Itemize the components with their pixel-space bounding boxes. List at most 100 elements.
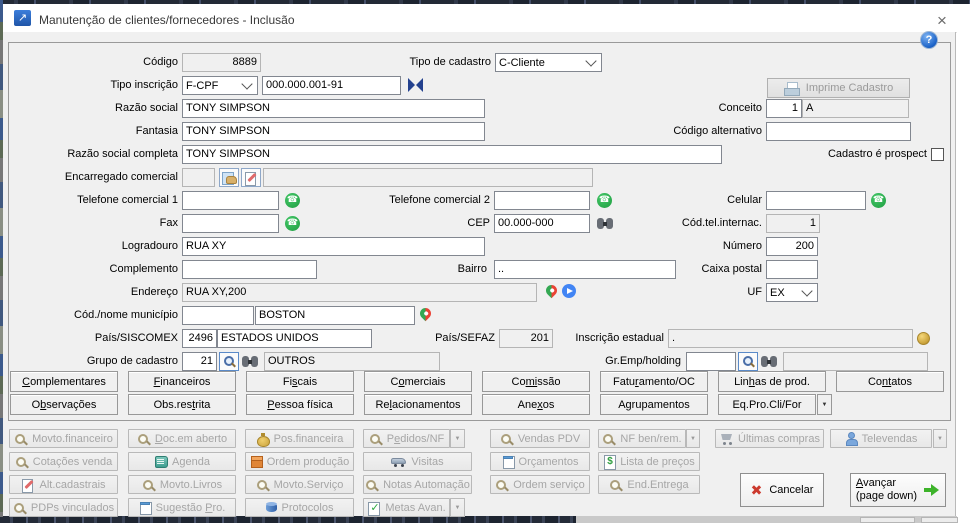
pais-siscomex-codigo-field[interactable]: 2496	[182, 329, 217, 348]
razao-social-completa-field[interactable]: TONY SIMPSON	[182, 145, 722, 164]
sugestao-pro-button[interactable]: Sugestão Pro.	[128, 498, 236, 517]
binoculars-icon[interactable]	[761, 356, 778, 368]
cotacoes-venda-button[interactable]: Cotações venda	[9, 452, 118, 471]
magnifier-icon	[365, 478, 379, 492]
tab-agrupamentos[interactable]: Agrupamentos	[600, 394, 708, 415]
tab-eq-pro-cli-for[interactable]: Eq.Pro.Cli/For	[718, 394, 816, 415]
nf-ben-rem-dropdown[interactable]: ▼	[686, 429, 700, 448]
notepad-icon	[139, 501, 152, 515]
gold-coin-icon[interactable]	[917, 332, 930, 345]
movto-servico-button[interactable]: Movto.Serviço	[245, 475, 354, 494]
cancel-button[interactable]: ✖ Cancelar	[740, 473, 824, 507]
grupo-cadastro-label: Grupo de cadastro	[86, 355, 178, 367]
pedidos-nf-button[interactable]: Pedidos/NF	[363, 429, 450, 448]
complemento-field[interactable]	[182, 260, 317, 279]
button-label: Ordem produção	[266, 455, 350, 468]
caixa-postal-label: Caixa postal	[701, 263, 762, 275]
whatsapp-phone-icon[interactable]	[871, 193, 886, 208]
tipo-cadastro-combo[interactable]: C-Cliente	[495, 53, 602, 72]
codigo-alternativo-field[interactable]	[766, 122, 911, 141]
advance-button[interactable]: Avançar (page down)	[850, 473, 946, 507]
binoculars-icon[interactable]	[242, 356, 259, 368]
tab-obs-restrita[interactable]: Obs.res t rita	[128, 394, 236, 415]
fax-field[interactable]	[182, 214, 279, 233]
pedidos-nf-dropdown[interactable]: ▼	[450, 429, 465, 448]
ordem-servico-button[interactable]: Ordem serviço	[490, 475, 590, 494]
tab-fiscais[interactable]: Fi s cais	[246, 371, 354, 392]
tab-comerciais[interactable]: Co merciais	[364, 371, 472, 392]
button-label: Sugestão Pro.	[155, 501, 226, 514]
fantasia-field[interactable]: TONY SIMPSON	[182, 122, 485, 141]
orcamentos-button[interactable]: Orçamentos	[490, 452, 590, 471]
tipo-inscricao-combo[interactable]: F-CPF	[182, 76, 258, 95]
magnifier-icon	[137, 432, 151, 446]
tab-financeiros[interactable]: Financeiros	[128, 371, 236, 392]
receita-federal-icon[interactable]	[408, 78, 423, 92]
caixa-postal-field[interactable]	[766, 260, 818, 279]
end-entrega-button[interactable]: End.Entrega	[598, 475, 700, 494]
razao-social-field[interactable]: TONY SIMPSON	[182, 99, 485, 118]
movto-livros-button[interactable]: Movto.Livros	[128, 475, 236, 494]
cadastro-prospect-checkbox[interactable]	[931, 148, 944, 161]
municipio-codigo-field[interactable]	[182, 306, 254, 325]
logradouro-field[interactable]: RUA XY	[182, 237, 485, 256]
metas-avan-dropdown[interactable]: ▼	[450, 498, 465, 517]
title-bar: Manutenção de clientes/fornecedores - In…	[3, 4, 957, 33]
ultimas-compras-button[interactable]: Últimas compras	[715, 429, 824, 448]
tab-contatos[interactable]: Co nt atos	[836, 371, 944, 392]
gr-emp-holding-field[interactable]	[686, 352, 736, 371]
telefone1-field[interactable]	[182, 191, 279, 210]
gr-emp-lookup-button[interactable]	[738, 352, 758, 371]
imprime-cadastro-button[interactable]: Imprime Cadastro	[767, 78, 910, 98]
gr-emp-nome-field	[783, 352, 928, 371]
close-icon[interactable]: ×	[929, 10, 955, 32]
tab-linhas-de-prod[interactable]: Lin h as de prod.	[718, 371, 826, 392]
protocolos-button[interactable]: Protocolos	[245, 498, 354, 517]
alt-cadastrais-button[interactable]: Alt.cadastrais	[9, 475, 118, 494]
encarregado-lookup-button[interactable]	[219, 168, 239, 187]
grupo-cadastro-codigo-field[interactable]: 21	[182, 352, 217, 371]
tab-complementares[interactable]: Complementares	[10, 371, 118, 392]
televendas-dropdown[interactable]: ▼	[933, 429, 947, 448]
tab-eq-pro-dropdown[interactable]: ▼	[817, 394, 832, 415]
celular-field[interactable]	[766, 191, 866, 210]
cpf-field[interactable]: 000.000.001-91	[262, 76, 401, 95]
tab-observacoes[interactable]: Ob servações	[10, 394, 118, 415]
visitas-button[interactable]: Visitas	[363, 452, 472, 471]
notas-automacao-button[interactable]: Notas Automação	[363, 475, 472, 494]
agenda-button[interactable]: Agenda	[128, 452, 236, 471]
tab-faturamento-oc[interactable]: Fatu r amento/OC	[600, 371, 708, 392]
vendas-pdv-button[interactable]: Vendas PDV	[490, 429, 590, 448]
tab-comissao[interactable]: Co mi ssão	[482, 371, 590, 392]
tab-pessoa-fisica[interactable]: Pessoa física	[246, 394, 354, 415]
whatsapp-phone-icon[interactable]	[285, 193, 300, 208]
conceito-field[interactable]: 1	[766, 99, 802, 118]
check-doc-icon	[367, 501, 381, 516]
pdps-vinculados-button[interactable]: PDPs vinculados	[9, 498, 118, 517]
whatsapp-phone-icon[interactable]	[285, 216, 300, 231]
lista-de-precos-button[interactable]: Lista de preços	[598, 452, 700, 471]
pais-siscomex-nome-field[interactable]: ESTADOS UNIDOS	[217, 329, 372, 348]
numero-field[interactable]: 200	[766, 237, 818, 256]
cep-field[interactable]: 00.000-000	[494, 214, 590, 233]
help-icon[interactable]: ?	[920, 31, 938, 49]
municipio-nome-field[interactable]: BOSTON	[255, 306, 415, 325]
pos-financeira-button[interactable]: Pos.financeira	[245, 429, 354, 448]
telefone2-field[interactable]	[494, 191, 590, 210]
televendas-button[interactable]: Televendas	[830, 429, 932, 448]
municipio-label: Cód./nome município	[74, 309, 178, 321]
tab-anexos[interactable]: Ane x os	[482, 394, 590, 415]
nf-ben-rem-button[interactable]: NF ben/rem.	[598, 429, 686, 448]
directions-icon[interactable]	[562, 284, 576, 298]
metas-avan-button[interactable]: Metas Avan.	[363, 498, 450, 517]
fantasia-label: Fantasia	[135, 125, 178, 137]
encarregado-edit-button[interactable]	[241, 168, 261, 187]
uf-combo[interactable]: EX	[766, 283, 818, 302]
movto-financeiro-button[interactable]: Movto.financeiro	[9, 429, 118, 448]
grupo-cadastro-lookup-button[interactable]	[219, 352, 239, 371]
ordem-producao-button[interactable]: Ordem produção	[245, 452, 354, 471]
doc-em-aberto-button[interactable]: Doc.em aberto	[128, 429, 236, 448]
tab-relacionamentos[interactable]: Re l acionamentos	[364, 394, 472, 415]
pais-sefaz-label: País/SEFAZ	[435, 332, 495, 344]
magnifier-icon	[13, 501, 27, 515]
